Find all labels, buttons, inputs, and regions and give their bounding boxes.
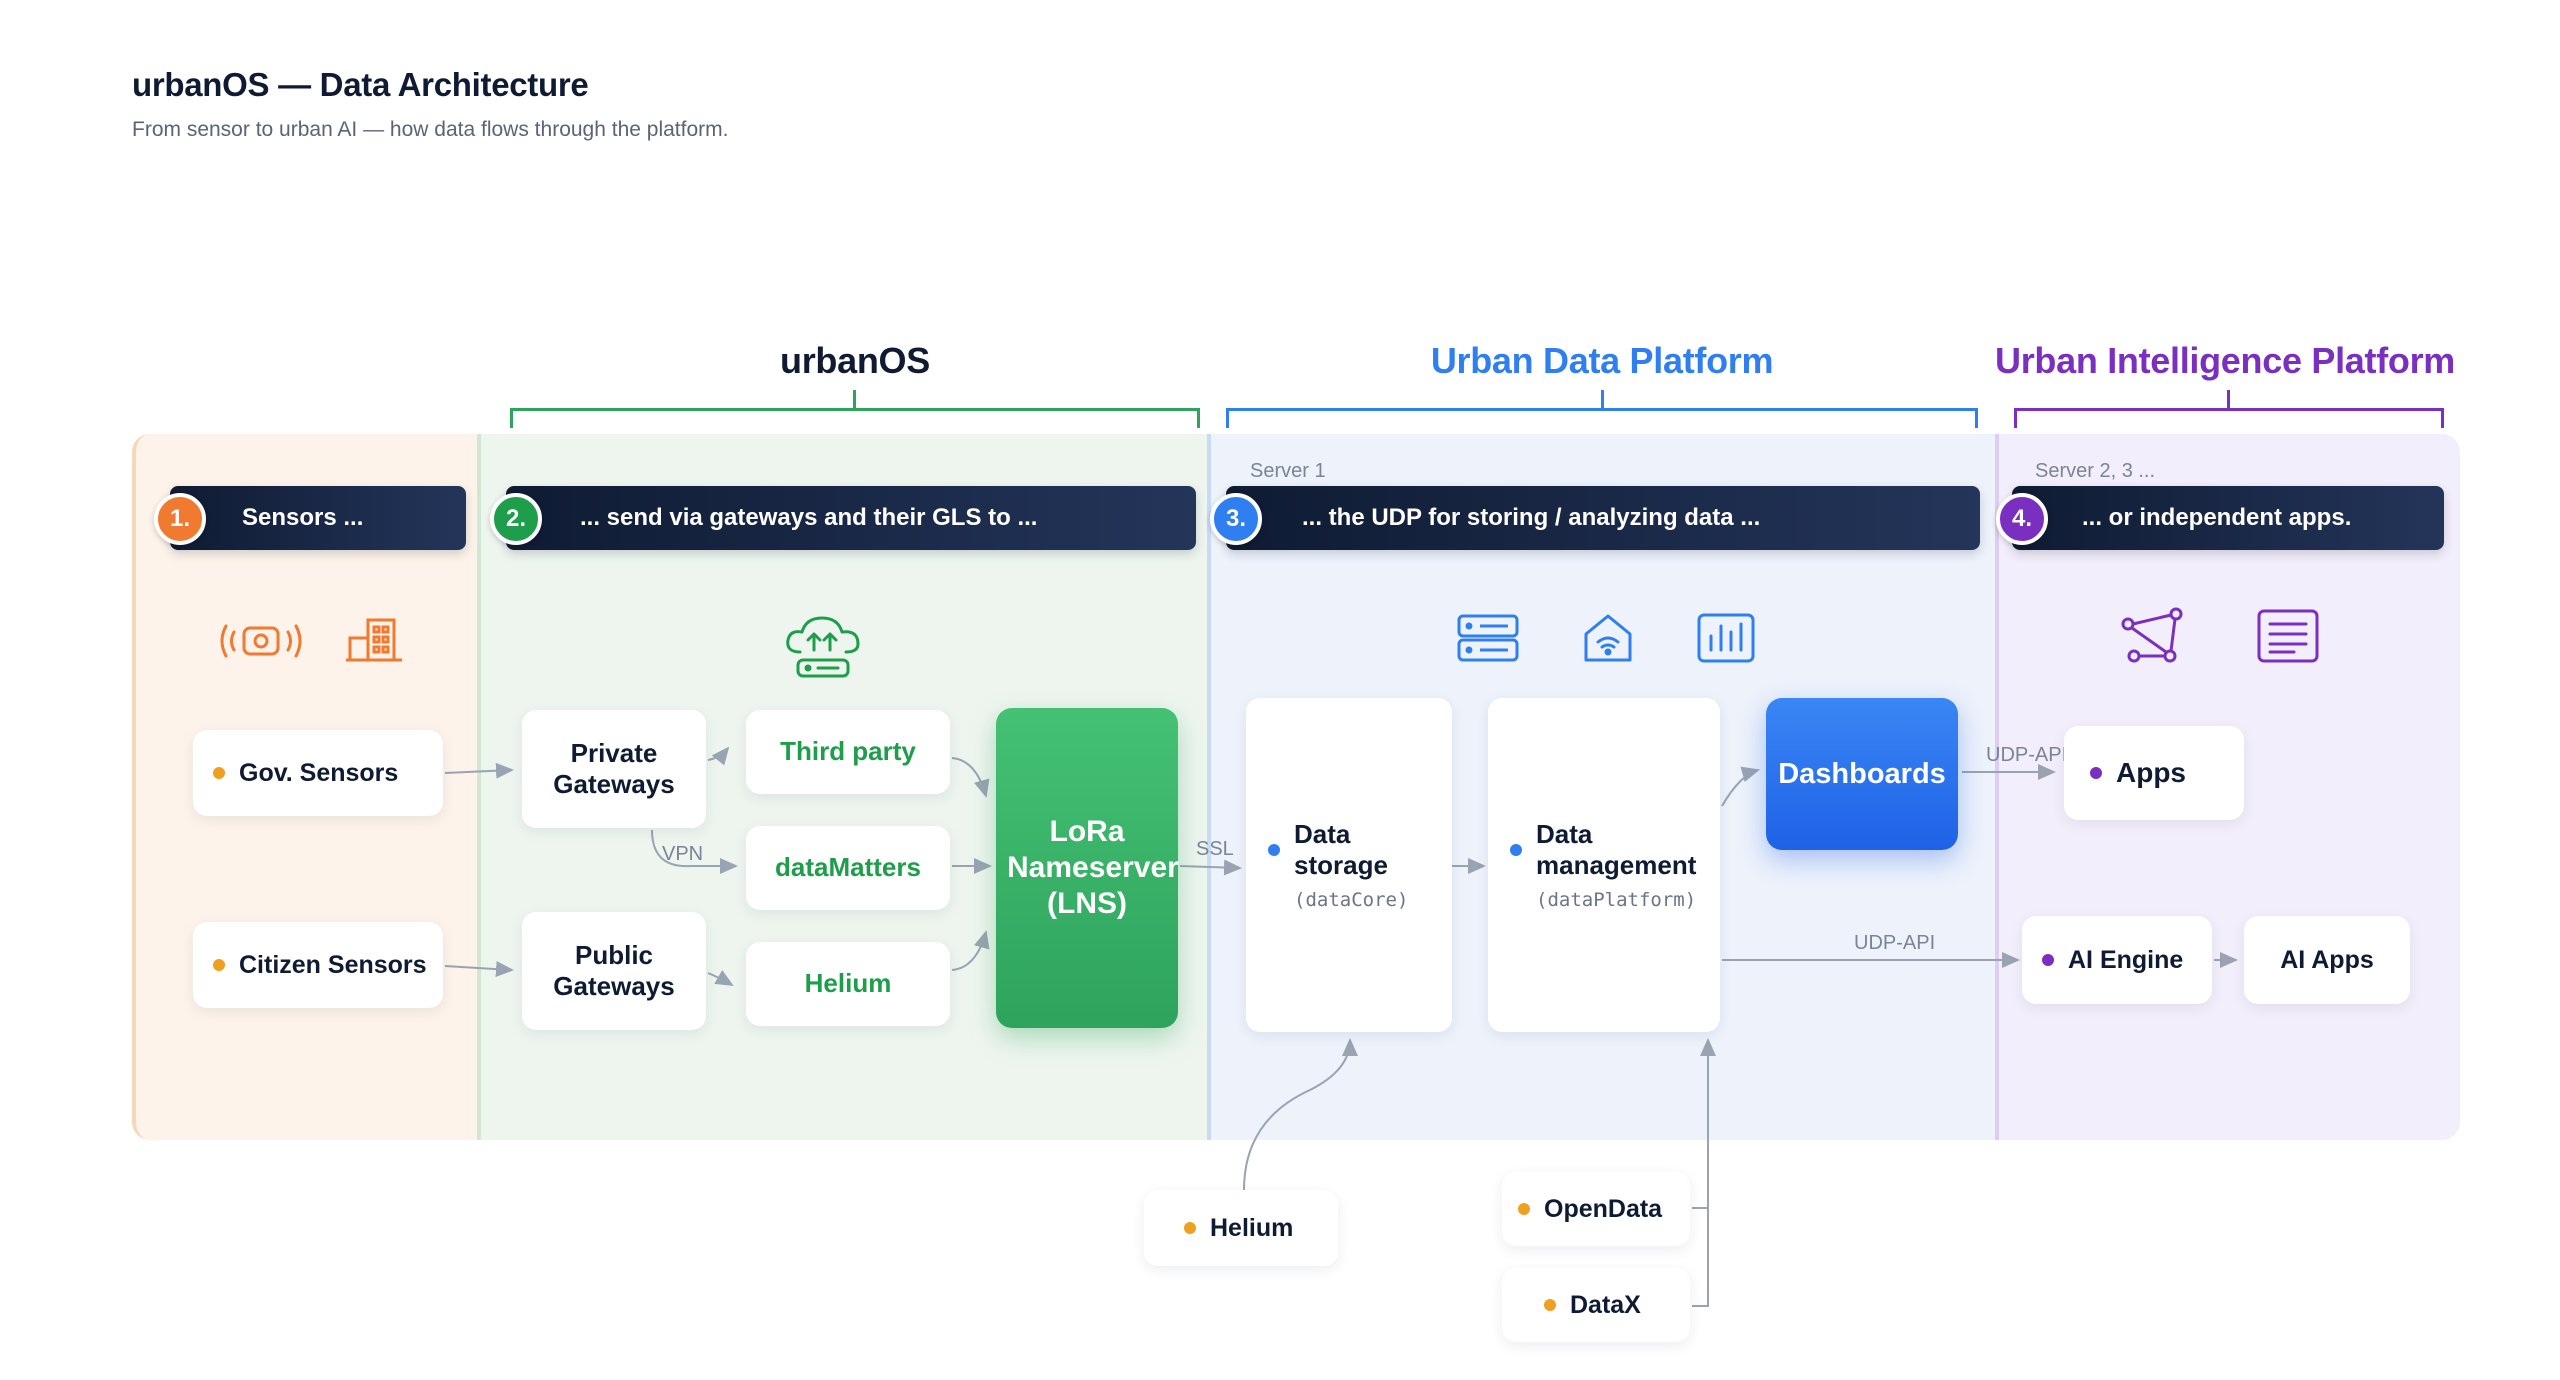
opendata-card[interactable]: OpenData bbox=[1502, 1172, 1690, 1246]
data-management-sub: (dataPlatform) bbox=[1536, 889, 1697, 912]
helium-external-card[interactable]: Helium bbox=[1144, 1190, 1338, 1266]
ai-engine-card[interactable]: AI Engine bbox=[2022, 916, 2212, 1004]
datamatters-label: dataMatters bbox=[775, 852, 921, 883]
public-gateways-label: Public Gateways bbox=[553, 939, 675, 1001]
edge-gov-to-private bbox=[444, 762, 514, 779]
gov-sensors-label: Gov. Sensors bbox=[239, 759, 399, 787]
private-gateways-label: Private Gateways bbox=[553, 737, 675, 799]
status-dot bbox=[1268, 844, 1280, 856]
edge-management-to-dashboards bbox=[1721, 766, 1760, 807]
data-storage-label: Data storage bbox=[1294, 818, 1388, 880]
edge-label-ssl: SSL bbox=[1196, 838, 1234, 860]
edge-private-to-thirdparty bbox=[707, 746, 730, 766]
datax-card[interactable]: DataX bbox=[1502, 1268, 1690, 1342]
public-gateways-card[interactable]: Public Gateways bbox=[522, 912, 706, 1030]
data-management-card[interactable]: Data management (dataPlatform) bbox=[1488, 698, 1720, 1032]
status-dot bbox=[1518, 1203, 1530, 1215]
data-storage-card[interactable]: Data storage (dataCore) bbox=[1246, 698, 1452, 1032]
data-management-label: Data management bbox=[1536, 818, 1697, 880]
ai-apps-card[interactable]: AI Apps bbox=[2244, 916, 2410, 1004]
data-storage-sub: (dataCore) bbox=[1294, 889, 1409, 912]
private-gateways-card[interactable]: Private Gateways bbox=[522, 710, 706, 828]
edge-public-to-helium bbox=[707, 970, 734, 987]
dashboards-block[interactable]: Dashboards bbox=[1766, 698, 1958, 850]
edge-datax-to-management bbox=[1692, 1208, 1709, 1307]
status-dot bbox=[2090, 767, 2102, 779]
status-dot bbox=[1544, 1299, 1556, 1311]
datamatters-card[interactable]: dataMatters bbox=[746, 826, 950, 910]
edge-label-udp-api-apps: UDP-API bbox=[1986, 744, 2068, 766]
citizen-sensors-label: Citizen Sensors bbox=[239, 951, 427, 979]
edge-lns-to-storage bbox=[1179, 859, 1242, 876]
status-dot bbox=[1510, 844, 1522, 856]
lns-label: LoRa Nameserver (LNS) bbox=[1007, 815, 1179, 920]
third-party-card[interactable]: Third party bbox=[746, 710, 950, 794]
edge-helium-to-lns bbox=[951, 930, 990, 971]
status-dot bbox=[213, 767, 225, 779]
edge-thirdparty-to-lns bbox=[951, 757, 990, 798]
edge-opendata-to-management bbox=[1692, 1038, 1716, 1209]
edge-helium-ext-to-storage bbox=[1243, 1038, 1358, 1191]
connector-layer bbox=[444, 746, 2238, 1307]
opendata-label: OpenData bbox=[1544, 1195, 1663, 1223]
apps-label: Apps bbox=[2116, 757, 2186, 789]
lora-nameserver-block[interactable]: LoRa Nameserver (LNS) bbox=[996, 708, 1179, 1028]
third-party-label: Third party bbox=[780, 736, 916, 767]
edge-label-vpn: VPN bbox=[662, 843, 704, 865]
status-dot bbox=[213, 959, 225, 971]
helium-gls-label: Helium bbox=[804, 968, 892, 999]
status-dot bbox=[1184, 1222, 1196, 1234]
helium-external-label: Helium bbox=[1210, 1214, 1294, 1242]
datax-label: DataX bbox=[1570, 1291, 1641, 1319]
helium-gls-card[interactable]: Helium bbox=[746, 942, 950, 1026]
ai-apps-label: AI Apps bbox=[2280, 946, 2374, 974]
edge-label-udp-api-ai: UDP-API bbox=[1854, 932, 1936, 954]
apps-card[interactable]: Apps bbox=[2064, 726, 2244, 820]
status-dot bbox=[2042, 954, 2054, 966]
citizen-sensors-card[interactable]: Citizen Sensors bbox=[193, 922, 443, 1008]
edge-citizen-to-public bbox=[444, 961, 514, 978]
ai-engine-label: AI Engine bbox=[2068, 946, 2184, 974]
gov-sensors-card[interactable]: Gov. Sensors bbox=[193, 730, 443, 816]
